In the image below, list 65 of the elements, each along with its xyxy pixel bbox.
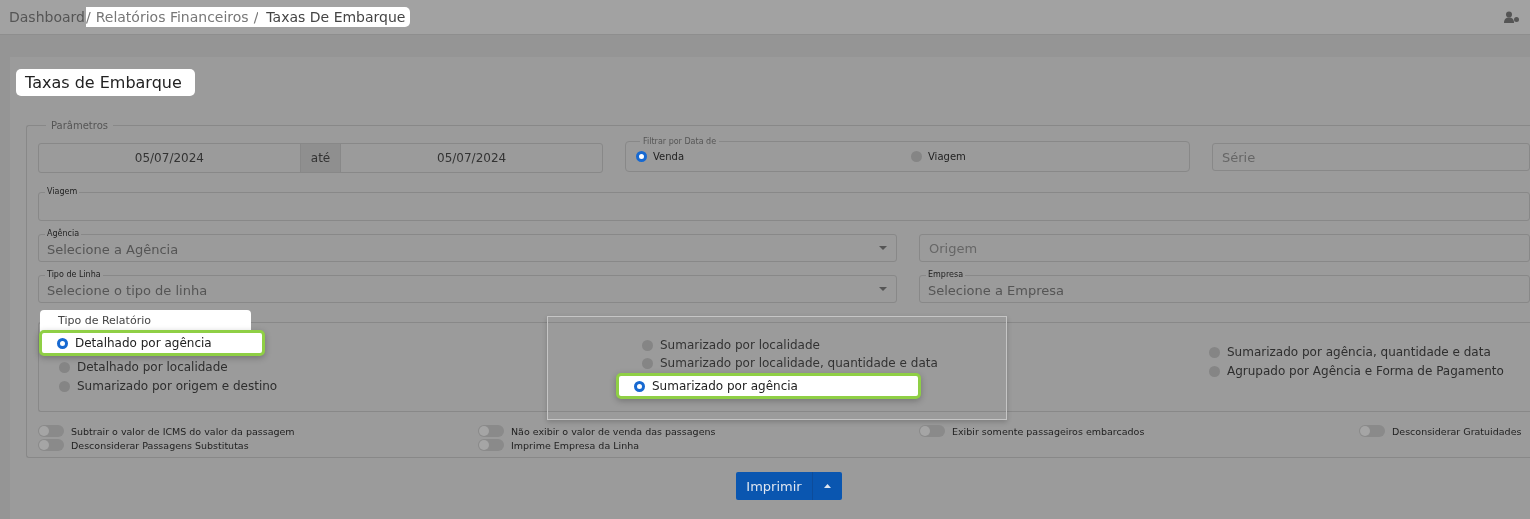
radio-option[interactable]: Sumarizado por localidade <box>630 337 1006 353</box>
radio-option[interactable]: Sumarizado por agência, quantidade e data <box>1197 344 1530 360</box>
radio-option[interactable]: Sumarizado por agência <box>616 373 921 399</box>
toggle-label: Imprime Empresa da Linha <box>511 439 640 451</box>
toggle-label: Desconsiderar Passagens Substitutas <box>71 439 249 451</box>
radio-label: Agrupado por Agência e Forma de Pagamento <box>1227 364 1504 378</box>
select-placeholder: Selecione o tipo de linha <box>47 282 208 298</box>
caret-icon <box>823 484 831 488</box>
date-input[interactable]: 05/07/2024 <box>341 144 602 172</box>
toggle-option[interactable]: Desconsiderar Passagens Substitutas <box>38 439 478 451</box>
radio-label: Sumarizado por agência, quantidade e data <box>1227 345 1491 359</box>
page-title: Taxas de Embarque <box>16 69 195 96</box>
radio-label: Sumarizado por localidade <box>660 338 820 352</box>
breadcrumb-separator: / <box>253 7 259 27</box>
radio-option[interactable]: Venda <box>636 146 911 166</box>
toggle-option[interactable]: Subtrair o valor de ICMS do valor da passagem <box>38 425 478 437</box>
breadcrumb-link[interactable]: Taxas De Embarque <box>258 7 411 27</box>
toggle-label: Exibir somente passageiros embarcados <box>952 425 1145 437</box>
field-label: Viagem <box>45 186 80 198</box>
radio-icon[interactable] <box>634 380 645 392</box>
toggle-label: Desconsiderar Gratuidades <box>1392 425 1522 437</box>
radio-option[interactable]: Agrupado por Agência e Forma de Pagamento <box>1197 363 1530 379</box>
radio-label: Detalhado por agência <box>75 336 212 350</box>
select-placeholder: Selecione a Agência <box>47 241 179 257</box>
radio-label: Viagem <box>928 150 966 162</box>
field-label: Empresa <box>926 269 966 281</box>
toggle-label: Subtrair o valor de ICMS do valor da passagem <box>71 425 295 437</box>
radio-label: Sumarizado por agência <box>652 379 798 393</box>
radio-label: Detalhado por localidade <box>77 360 228 374</box>
radio-option[interactable]: Detalhado por localidade <box>39 359 547 375</box>
radio-icon[interactable] <box>57 337 68 349</box>
toggle-switch[interactable] <box>1359 425 1385 437</box>
breadcrumb-link[interactable]: Relatórios Financeiros <box>90 7 254 27</box>
radio-icon[interactable] <box>636 150 647 162</box>
radio-option[interactable]: Viagem <box>911 146 1179 166</box>
dropdown-button[interactable] <box>811 472 842 500</box>
toggle-option[interactable]: Desconsiderar Gratuidades <box>1359 425 1530 437</box>
toggle-switch[interactable] <box>478 425 504 437</box>
toggle-option[interactable]: Imprime Empresa da Linha <box>478 439 919 451</box>
caret-icon <box>879 246 887 250</box>
radio-label: Sumarizado por origem e destino <box>77 379 278 393</box>
radio-option[interactable]: Sumarizado por origem e destino <box>39 378 547 394</box>
radio-label: Venda <box>653 150 685 162</box>
date-input[interactable]: 05/07/2024 <box>39 144 300 172</box>
radio-label: Sumarizado por localidade, quantidade e data <box>660 356 938 370</box>
toggle-switch[interactable] <box>38 439 64 451</box>
toggle-option[interactable]: Não exibir o valor de venda das passagens <box>478 425 919 437</box>
user-icon[interactable] <box>1504 11 1520 23</box>
caret-icon <box>879 287 887 291</box>
date-range-joiner: até <box>299 144 342 172</box>
toggle-switch[interactable] <box>919 425 945 437</box>
toggle-label: Não exibir o valor de venda das passagens <box>511 425 716 437</box>
toggle-switch[interactable] <box>478 439 504 451</box>
radio-option[interactable]: Sumarizado por localidade, quantidade e data <box>630 355 1006 371</box>
parameters-legend: Parâmetros <box>46 120 113 131</box>
date-range-field[interactable]: 05/07/2024 até 05/07/2024 <box>38 143 603 173</box>
select-placeholder: Selecione a Empresa <box>928 282 1064 298</box>
date-filter-legend: Filtrar por Data de <box>640 137 720 146</box>
toggle-switch[interactable] <box>38 425 64 437</box>
print-button[interactable]: Imprimir <box>736 472 812 500</box>
field-label: Agência <box>45 228 82 240</box>
breadcrumb-separator: / <box>85 7 91 27</box>
toggle-option[interactable]: Exibir somente passageiros embarcados <box>919 425 1359 437</box>
radio-option[interactable]: Detalhado por agência <box>39 330 265 356</box>
field-label: Tipo de Linha <box>45 269 103 281</box>
